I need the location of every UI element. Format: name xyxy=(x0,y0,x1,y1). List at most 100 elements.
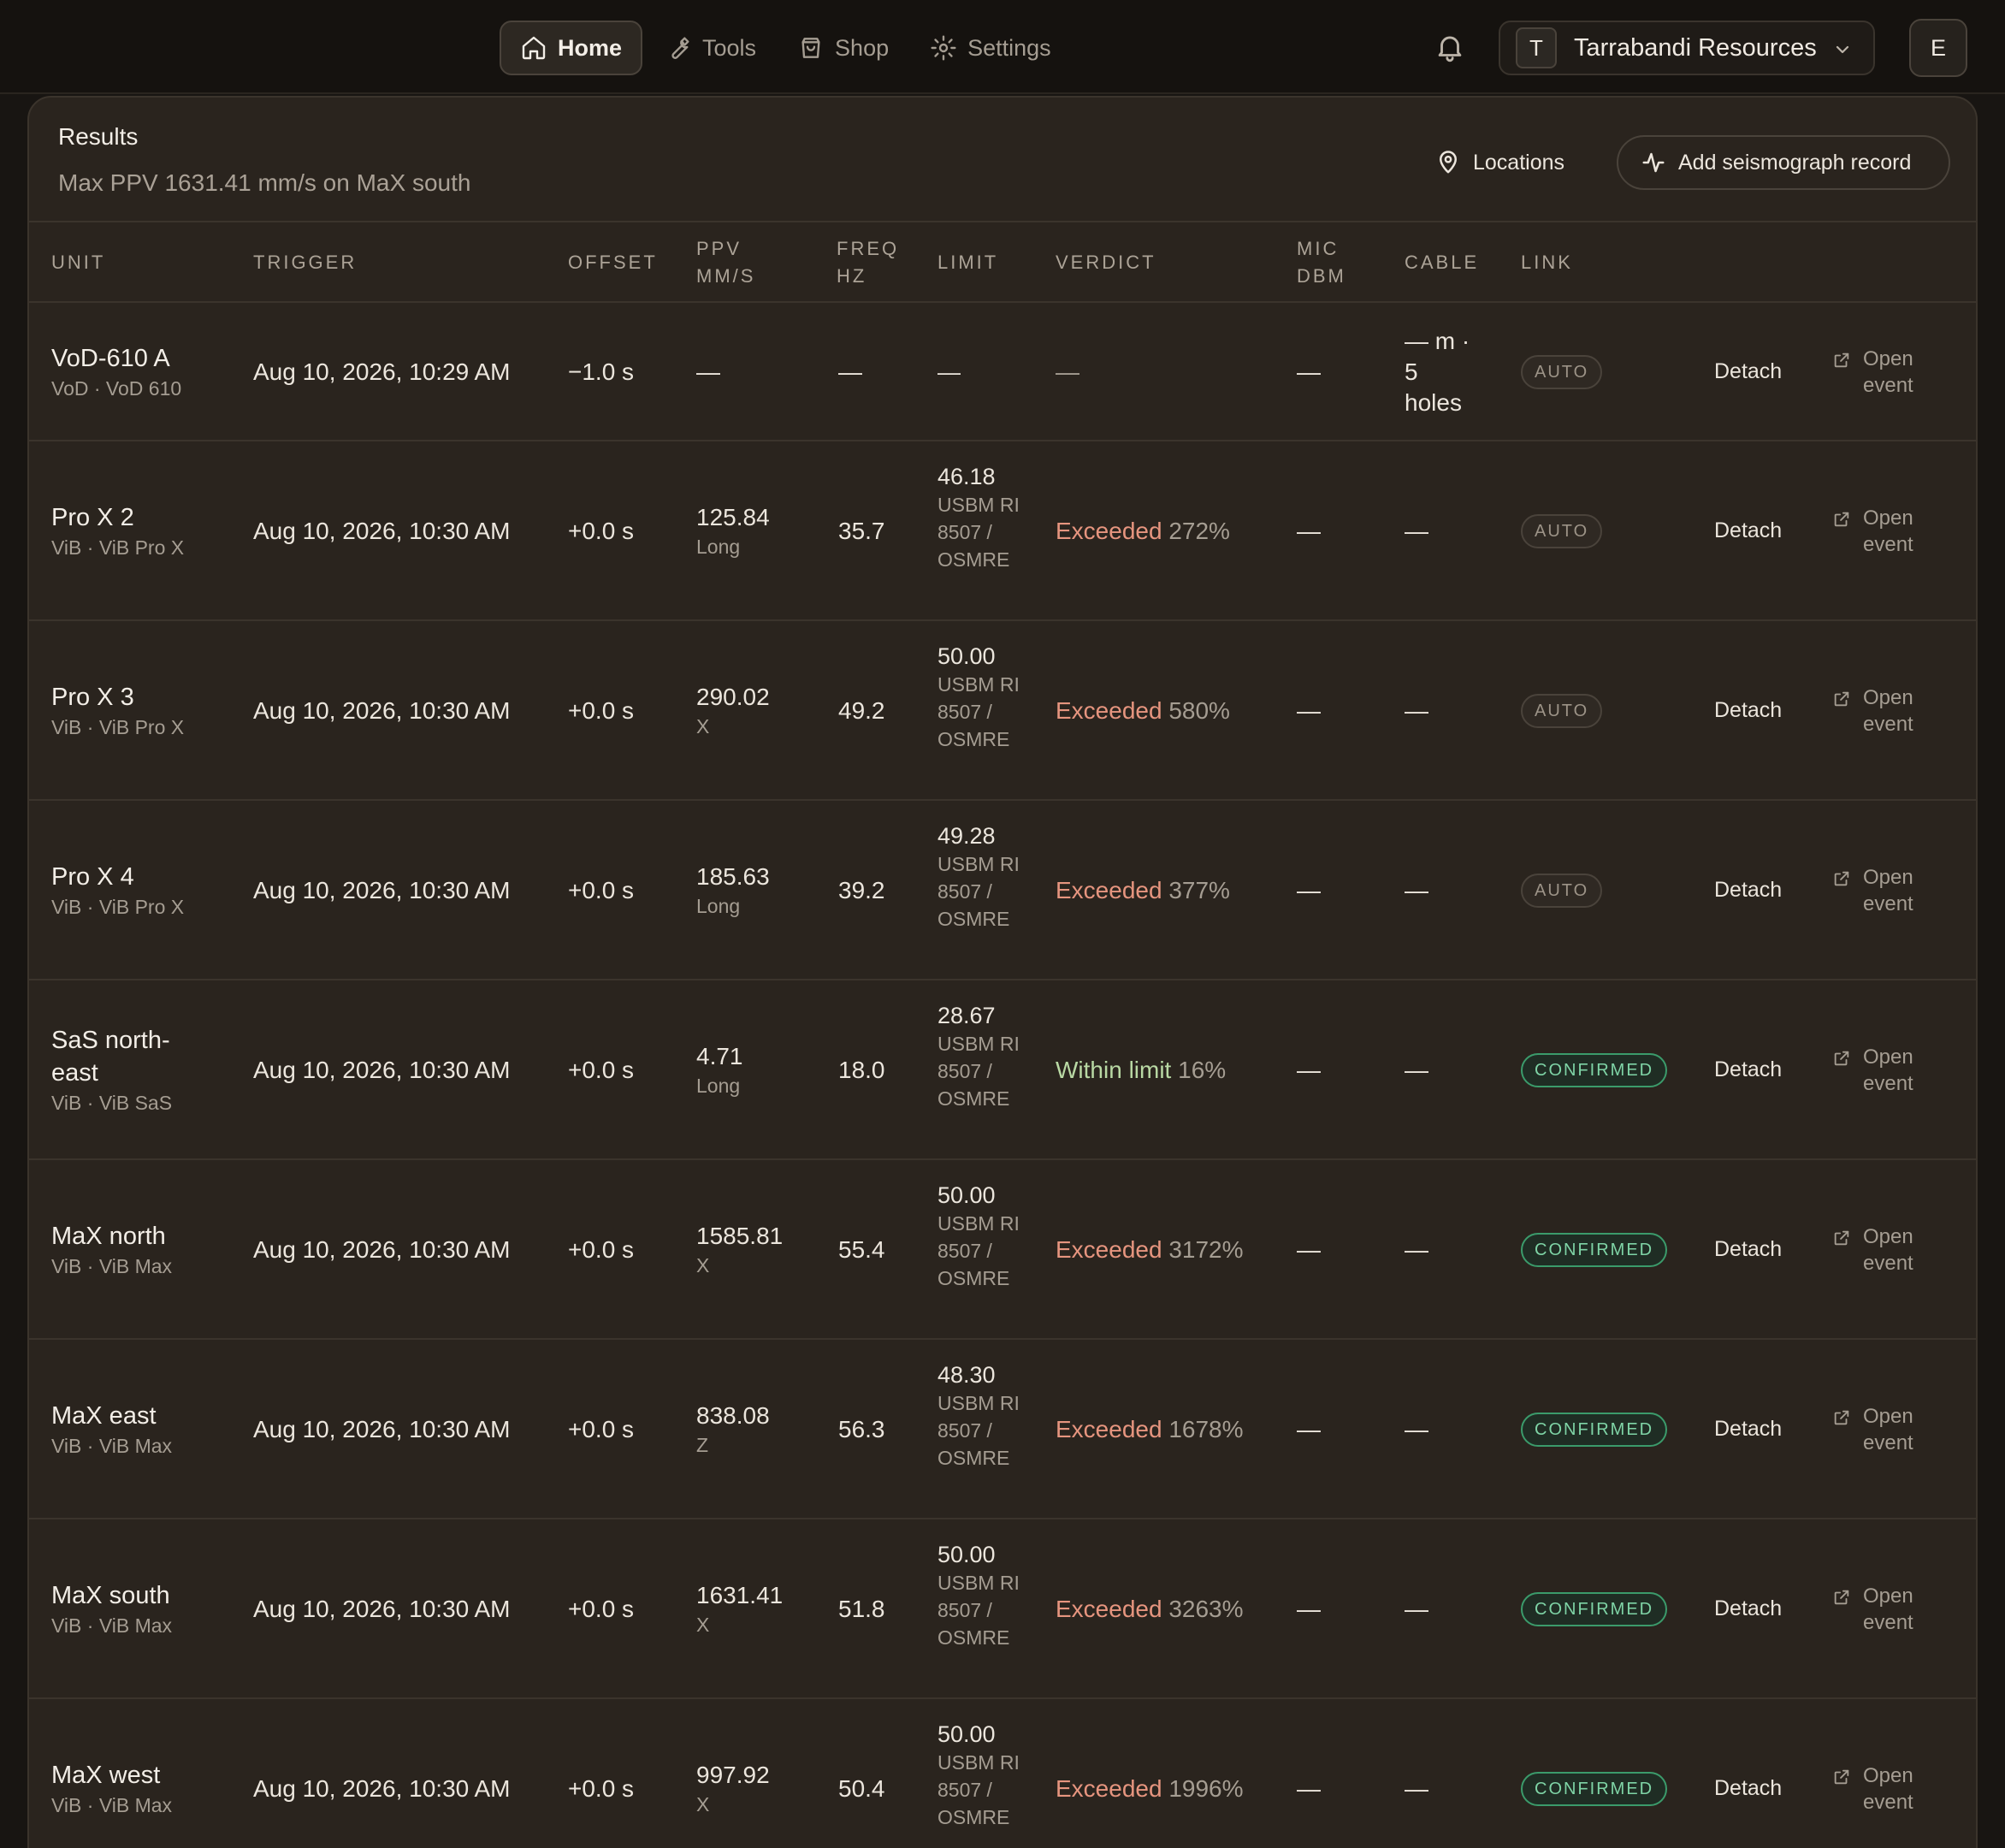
link-status-badge: CONFIRMED xyxy=(1521,1233,1668,1267)
open-event-line1: Open xyxy=(1863,686,1913,709)
open-event-link[interactable]: Open event xyxy=(1832,505,1913,558)
limit-value: 50.00 xyxy=(937,1721,996,1747)
open-event-line2: event xyxy=(1863,374,1913,397)
link-status-cell: CONFIRMED xyxy=(1521,1413,1668,1447)
col-freq-line1: FREQ xyxy=(837,238,900,259)
link-status-cell: AUTO xyxy=(1521,694,1603,728)
limit-cell: 50.00 USBM RI 8507 / OSMRE xyxy=(937,1540,1023,1651)
locations-button[interactable]: Locations xyxy=(1435,135,1564,190)
col-trigger[interactable]: TRIGGER xyxy=(253,249,357,276)
external-link-icon xyxy=(1834,1769,1849,1785)
detach-button[interactable]: Detach xyxy=(1714,1776,1782,1801)
limit-value: 28.67 xyxy=(937,1003,996,1028)
open-event-link[interactable]: Open event xyxy=(1832,1223,1913,1276)
detach-button[interactable]: Detach xyxy=(1714,1057,1782,1082)
nav-settings[interactable]: Settings xyxy=(911,21,1070,75)
open-event-link[interactable]: Open event xyxy=(1832,1044,1913,1097)
open-event-link[interactable]: Open event xyxy=(1832,1583,1913,1636)
unit-name[interactable]: MaX east xyxy=(51,1400,172,1432)
verdict-label: Exceeded xyxy=(1056,1596,1162,1622)
table-row: MaX north ViB · ViB Max Aug 10, 2026, 10… xyxy=(29,1160,1976,1340)
unit-model: ViB · ViB SaS xyxy=(51,1092,173,1114)
verdict: Exceeded 3263% xyxy=(1056,1594,1244,1625)
unit-name[interactable]: MaX north xyxy=(51,1220,172,1253)
open-event-link[interactable]: Open event xyxy=(1832,684,1913,737)
limit-cell: 49.28 USBM RI 8507 / OSMRE xyxy=(937,821,1023,933)
detach-button[interactable]: Detach xyxy=(1714,359,1782,384)
verdict: Exceeded 1996% xyxy=(1056,1774,1244,1804)
detach-button[interactable]: Detach xyxy=(1714,878,1782,903)
unit-name[interactable]: SaS north- xyxy=(51,1024,172,1057)
limit-value: — xyxy=(937,359,961,385)
open-event-link[interactable]: Open event xyxy=(1832,864,1913,917)
notifications-button[interactable] xyxy=(1434,31,1466,63)
limit-standard: USBM RI 8507 / OSMRE xyxy=(937,1751,1020,1828)
link-status-cell: CONFIRMED xyxy=(1521,1233,1668,1267)
col-link[interactable]: LINK xyxy=(1521,249,1573,276)
unit-name[interactable]: Pro X 4 xyxy=(51,861,184,893)
time-offset: +0.0 s xyxy=(568,518,635,544)
unit-name[interactable]: VoD-610 A xyxy=(51,342,181,375)
unit-model: VoD · VoD 610 xyxy=(51,377,182,400)
detach-button[interactable]: Detach xyxy=(1714,698,1782,723)
open-event-link[interactable]: Open event xyxy=(1832,1403,1913,1456)
detach-button[interactable]: Detach xyxy=(1714,1596,1782,1621)
unit-name[interactable]: MaX west xyxy=(51,1759,172,1792)
cable-cell: — xyxy=(1405,1594,1428,1625)
time-offset: +0.0 s xyxy=(568,1057,635,1083)
open-event-link[interactable]: Open event xyxy=(1832,346,1913,399)
verdict-percent: 1996% xyxy=(1168,1775,1244,1802)
unit-name[interactable]: MaX south xyxy=(51,1579,172,1612)
ppv-cell: 290.02 X xyxy=(696,682,770,740)
col-ppv[interactable]: PPV MM/S xyxy=(696,235,755,290)
unit-name[interactable]: Pro X 3 xyxy=(51,681,184,714)
table-row: VoD-610 A VoD · VoD 610 Aug 10, 2026, 10… xyxy=(29,303,1976,441)
add-seismograph-record-button[interactable]: Add seismograph record xyxy=(1617,135,1950,190)
limit-cell: — xyxy=(937,358,961,387)
panel-title: Results xyxy=(58,123,139,150)
time-offset: +0.0 s xyxy=(568,697,635,724)
open-event-link[interactable]: Open event xyxy=(1832,1762,1913,1815)
col-unit[interactable]: UNIT xyxy=(51,249,105,276)
verdict: Within limit 16% xyxy=(1056,1055,1226,1086)
nav-tools[interactable]: Tools xyxy=(646,21,775,75)
limit-standard: USBM RI 8507 / OSMRE xyxy=(937,494,1020,571)
ppv-cell: 997.92 X xyxy=(696,1760,770,1818)
cable-line1: — xyxy=(1405,518,1428,544)
table-row: Pro X 2 ViB · ViB Pro X Aug 10, 2026, 10… xyxy=(29,441,1976,621)
unit-cell: Pro X 3 ViB · ViB Pro X xyxy=(51,681,184,741)
ppv-value: 185.63 xyxy=(696,863,770,890)
unit-name[interactable]: Pro X 2 xyxy=(51,501,184,534)
limit-cell: 28.67 USBM RI 8507 / OSMRE xyxy=(937,1001,1023,1112)
limit-value: 50.00 xyxy=(937,1542,996,1567)
table-row: Pro X 3 ViB · ViB Pro X Aug 10, 2026, 10… xyxy=(29,621,1976,801)
col-cable[interactable]: CABLE xyxy=(1405,249,1479,276)
organization-switcher[interactable]: T Tarrabandi Resources xyxy=(1499,21,1875,75)
nav-home-label: Home xyxy=(558,34,623,61)
limit-value: 50.00 xyxy=(937,1182,996,1208)
link-status-cell: AUTO xyxy=(1521,874,1603,908)
nav-home[interactable]: Home xyxy=(500,21,643,75)
open-event-line2: event xyxy=(1863,1252,1913,1275)
cable-cell: — xyxy=(1405,1414,1428,1445)
col-offset[interactable]: OFFSET xyxy=(568,249,658,276)
external-link-icon xyxy=(1834,871,1849,886)
col-mic[interactable]: MIC DBM xyxy=(1297,235,1346,290)
gear-icon xyxy=(931,35,956,61)
limit-standard: USBM RI 8507 / OSMRE xyxy=(937,1033,1020,1110)
unit-cell: MaX south ViB · ViB Max xyxy=(51,1579,172,1639)
verdict-label: Exceeded xyxy=(1056,1416,1162,1442)
col-freq[interactable]: FREQ HZ xyxy=(837,235,899,290)
col-limit[interactable]: LIMIT xyxy=(937,249,998,276)
nav-shop[interactable]: Shop xyxy=(778,21,908,75)
link-status-cell: CONFIRMED xyxy=(1521,1772,1668,1806)
time-offset: +0.0 s xyxy=(568,1236,635,1263)
user-menu-button[interactable]: E xyxy=(1909,19,1967,77)
detach-button[interactable]: Detach xyxy=(1714,1237,1782,1262)
unit-name-line2[interactable]: east xyxy=(51,1057,172,1089)
limit-cell: 46.18 USBM RI 8507 / OSMRE xyxy=(937,462,1023,573)
detach-button[interactable]: Detach xyxy=(1714,1417,1782,1442)
detach-button[interactable]: Detach xyxy=(1714,518,1782,543)
col-verdict[interactable]: VERDICT xyxy=(1056,249,1156,276)
open-event-line1: Open xyxy=(1863,347,1913,370)
